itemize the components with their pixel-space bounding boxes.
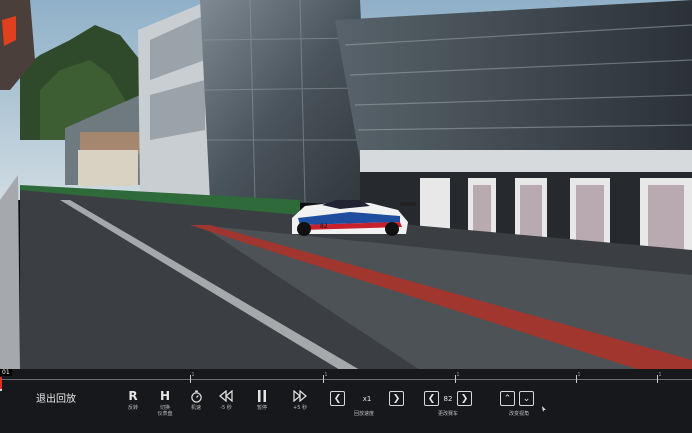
playhead[interactable] bbox=[0, 377, 2, 389]
stopwatch-icon bbox=[186, 389, 206, 403]
speed-decrease-button[interactable]: ❮ bbox=[330, 391, 345, 406]
next-car-button[interactable]: ❯ bbox=[457, 391, 472, 406]
timeline-tick-label: 1 bbox=[658, 372, 662, 378]
timeline-tick-label: 1 bbox=[191, 372, 195, 378]
camera-down-button[interactable]: ⌄ bbox=[519, 391, 534, 406]
chevron-left-icon: ❮ bbox=[427, 393, 436, 404]
camera-up-button[interactable]: ⌃ bbox=[500, 391, 515, 406]
camera-control: ⌃ ⌄ bbox=[500, 391, 546, 412]
chevron-right-icon: ❯ bbox=[460, 393, 469, 404]
playback-speed-caption: 回放速度 bbox=[353, 411, 375, 417]
chevron-up-icon: ⌃ bbox=[503, 393, 512, 404]
hud-caption-2: 仪表盘 bbox=[157, 411, 173, 417]
pause-icon bbox=[251, 389, 273, 403]
back-5s-caption: -5 秒 bbox=[220, 405, 232, 411]
cursor-pointer bbox=[542, 397, 546, 412]
selected-car-number: 82 bbox=[443, 394, 453, 403]
exit-replay-button[interactable]: 退出回放 bbox=[36, 390, 76, 405]
previous-car-button[interactable]: ❮ bbox=[424, 391, 439, 406]
speed-increase-button[interactable]: ❯ bbox=[389, 391, 404, 406]
car-number-decal: 82 bbox=[320, 223, 328, 230]
change-car-control: ❮ 82 ❯ bbox=[424, 391, 472, 406]
lap-number: 01 bbox=[0, 369, 12, 376]
rewind-button[interactable]: R 反转 bbox=[124, 389, 142, 411]
timer-button[interactable]: 机速 bbox=[186, 389, 206, 411]
rewind-caption: 反转 bbox=[127, 405, 138, 411]
fast-forward-icon bbox=[288, 389, 312, 403]
timer-caption: 机速 bbox=[190, 405, 201, 411]
replay-control-bar: 01 1 1 1 1 1 退出回放 R 反转 H 切换 仪表盘 机速 -5 秒 暂停 +… bbox=[0, 369, 692, 433]
pause-button[interactable]: 暂停 bbox=[251, 389, 273, 411]
rewind-key: R bbox=[128, 389, 138, 403]
timeline-tick-label: 1 bbox=[577, 372, 581, 378]
toggle-hud-button[interactable]: H 切换 仪表盘 bbox=[154, 389, 176, 417]
chevron-left-icon: ❮ bbox=[333, 393, 342, 404]
playback-speed-value: x1 bbox=[362, 394, 372, 403]
chevron-right-icon: ❯ bbox=[392, 393, 401, 404]
change-car-caption: 更改赛车 bbox=[437, 411, 459, 417]
hud-key: H bbox=[159, 389, 171, 403]
pit-building-right bbox=[335, 0, 692, 160]
camera-caption: 改变视角 bbox=[508, 411, 530, 417]
timeline-track[interactable]: 01 bbox=[0, 369, 692, 391]
timeline-tick-label: 1 bbox=[324, 372, 328, 378]
chevron-down-icon: ⌄ bbox=[522, 393, 531, 404]
timeline-tick-label: 1 bbox=[456, 372, 460, 378]
back-5s-button[interactable]: -5 秒 bbox=[214, 389, 238, 411]
fast-rewind-icon bbox=[214, 389, 238, 403]
forward-5s-button[interactable]: +5 秒 bbox=[288, 389, 312, 411]
forward-5s-caption: +5 秒 bbox=[293, 405, 307, 411]
pause-caption: 暂停 bbox=[256, 405, 267, 411]
playback-speed-control: ❮ x1 ❯ bbox=[330, 391, 404, 406]
replay-scene: 82 bbox=[0, 0, 692, 370]
